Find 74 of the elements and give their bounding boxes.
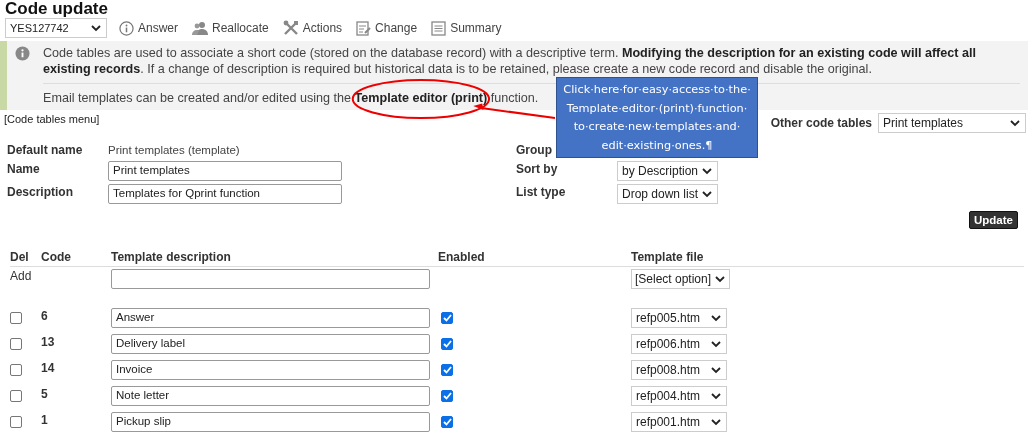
page-title: Code update [5, 0, 108, 18]
enabled-checkbox[interactable] [441, 364, 453, 376]
chevron-down-icon [1010, 119, 1020, 127]
input-field[interactable] [111, 269, 430, 289]
field-label: List type [516, 184, 566, 200]
template-file-select[interactable]: refp004.htm [631, 386, 727, 406]
info-icon [119, 20, 134, 36]
update-button[interactable]: Update [969, 211, 1018, 229]
field-label: Name [7, 161, 40, 177]
code-tables-menu-link[interactable]: [Code tables menu] [4, 113, 100, 125]
delete-checkbox[interactable] [10, 338, 22, 350]
input-field[interactable]: Note letter [111, 386, 430, 406]
info-icon [15, 46, 30, 61]
input-field[interactable]: Answer [111, 308, 430, 328]
enabled-checkbox[interactable] [441, 390, 453, 402]
toolbar-button[interactable]: Actions [282, 20, 343, 36]
toolbar-button[interactable]: Change [356, 20, 418, 36]
template-file-select[interactable]: refp008.htm [631, 360, 727, 380]
record-select[interactable]: YES127742 [5, 18, 107, 38]
field-label: Default name [7, 142, 83, 158]
template-file-select[interactable]: refp005.htm [631, 308, 727, 328]
tools-icon [282, 20, 299, 36]
delete-checkbox[interactable] [10, 312, 22, 324]
code-cell-text: 14 [41, 360, 55, 375]
add-label: Add [10, 269, 32, 283]
other-code-tables-select[interactable]: Print templates [878, 113, 1026, 133]
info-text: Email templates can be created and/or edited using the Template editor (print) function. [43, 90, 539, 106]
chevron-down-icon [711, 392, 721, 400]
code-cell-text: 6 [41, 308, 48, 323]
chevron-down-icon [711, 340, 721, 348]
code-cell-text: 5 [41, 386, 48, 401]
info-text: Code tables are used to associate a short code (stored on the database record) with a descriptive term. Modifying the description for an existing code will affect all existing records. If a change of description is required but historical data is to be retained, please create a new code record and disable the original. [43, 45, 977, 77]
toolbar-button[interactable]: Answer [119, 20, 178, 36]
toolbar-button[interactable]: Reallocate [192, 20, 269, 36]
field-label: Group [516, 142, 552, 158]
callout-note: Click·here·for·easy·access·to·the·Template·editor·(print)·function·to·create·new·templates·and·edit·existing·ones.¶ [556, 77, 758, 158]
code-cell-text: 13 [41, 334, 55, 349]
chevron-down-icon [702, 167, 713, 175]
field-label: Sort by [516, 161, 558, 177]
field-label: Other code tables [770, 116, 872, 130]
chevron-down-icon [91, 24, 101, 32]
document-icon [431, 20, 447, 36]
toolbar-button[interactable]: Summary [431, 20, 502, 36]
chevron-down-icon [715, 275, 726, 283]
dropdown-select[interactable]: Drop down list [617, 184, 719, 204]
column-header: Template description [111, 250, 231, 264]
template-file-select[interactable]: refp006.htm [631, 334, 727, 354]
input-field[interactable]: Templates for Qprint function [108, 184, 342, 204]
chevron-down-icon [711, 366, 721, 374]
chevron-down-icon [711, 418, 721, 426]
delete-checkbox[interactable] [10, 416, 22, 428]
column-header: Template file [631, 250, 704, 264]
delete-checkbox[interactable] [10, 390, 22, 402]
chevron-down-icon [702, 190, 713, 198]
code-cell-text: 1 [41, 412, 48, 427]
input-field[interactable]: Print templates [108, 161, 342, 181]
input-field[interactable]: Delivery label [111, 334, 430, 354]
field-label: Description [7, 184, 73, 200]
chevron-down-icon [711, 314, 721, 322]
enabled-checkbox[interactable] [441, 416, 453, 428]
field-value: Print templates (template) [108, 143, 240, 158]
input-field[interactable]: Invoice [111, 360, 430, 380]
template-file-select[interactable]: refp001.htm [631, 412, 727, 432]
delete-checkbox[interactable] [10, 364, 22, 376]
edit-icon [356, 20, 372, 36]
column-header: Enabled [438, 250, 485, 264]
enabled-checkbox[interactable] [441, 312, 453, 324]
enabled-checkbox[interactable] [441, 338, 453, 350]
people-icon [192, 20, 208, 36]
template-file-select[interactable]: [Select option] [631, 269, 731, 289]
column-header: Del [10, 250, 29, 264]
dropdown-select[interactable]: by Description [617, 161, 719, 181]
input-field[interactable]: Pickup slip [111, 412, 430, 432]
column-header: Code [41, 250, 71, 264]
